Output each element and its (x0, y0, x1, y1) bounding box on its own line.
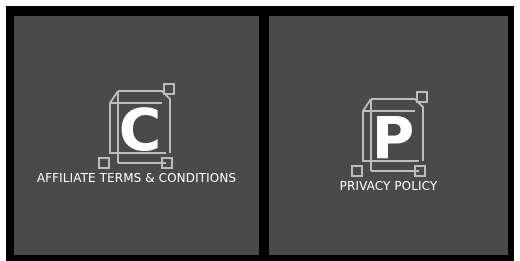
affiliate-terms-label: AFFILIATE TERMS & CONDITIONS (36, 171, 237, 185)
document-p-icon: P (349, 81, 433, 179)
privacy-policy-label: PRIVACY POLICY (339, 179, 438, 193)
card-letter: C (119, 96, 162, 164)
privacy-policy-card[interactable]: P PRIVACY POLICY (269, 16, 508, 255)
document-c-icon: C (96, 73, 180, 171)
card-letter: P (372, 104, 415, 172)
links-panel: C AFFILIATE TERMS & CONDITIONS P PRIVACY… (6, 6, 514, 261)
affiliate-terms-card[interactable]: C AFFILIATE TERMS & CONDITIONS (14, 16, 259, 255)
